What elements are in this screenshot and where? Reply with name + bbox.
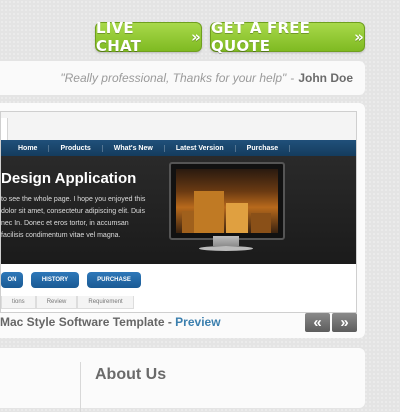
about-us-heading: About Us — [95, 366, 167, 383]
city-photo — [176, 169, 278, 233]
preview-nav-home: Home — [7, 144, 50, 152]
slider-controls: « » — [305, 313, 357, 332]
testimonial-dash: - — [290, 71, 295, 85]
prev-slide-button[interactable]: « — [305, 313, 330, 332]
lower-content-panel: About Us — [0, 348, 365, 412]
slide-caption: Mac Style Software Template - Preview — [0, 315, 221, 329]
testimonial-bar: "Really professional, Thanks for your he… — [0, 61, 365, 95]
preview-navbar: Home Products What's New Latest Version … — [1, 140, 356, 156]
preview-button-history: HISTORY — [31, 272, 79, 288]
preview-hero-title: Design Application — [1, 170, 137, 187]
preview-topstrip — [1, 112, 356, 140]
monitor-image — [169, 162, 285, 240]
template-preview-image[interactable]: Home Products What's New Latest Version … — [0, 111, 357, 313]
preview-hero: Design Application to see the whole page… — [1, 156, 356, 264]
featured-slider: Home Products What's New Latest Version … — [0, 103, 365, 338]
next-slide-button[interactable]: » — [332, 313, 357, 332]
live-chat-button[interactable]: LIVE CHAT » — [95, 19, 202, 55]
chevron-right-icon: » — [354, 28, 364, 46]
testimonial-text: "Really professional, Thanks for your he… — [60, 71, 287, 85]
preview-nav-purchase: Purchase — [236, 144, 291, 152]
preview-subtab-review: Review — [35, 296, 78, 309]
free-quote-button[interactable]: GET A FREE QUOTE » — [210, 19, 365, 55]
free-quote-label: GET A FREE QUOTE — [211, 19, 311, 55]
preview-nav-whats-new: What's New — [103, 144, 165, 152]
live-chat-label: LIVE CHAT — [96, 19, 142, 55]
testimonial-author: John Doe — [298, 71, 353, 85]
preview-hero-body: to see the whole page. I hope you enjoye… — [1, 196, 146, 239]
preview-subtab-requirement: Requirement — [77, 296, 134, 309]
monitor-base — [199, 246, 253, 251]
column-divider — [80, 362, 81, 412]
preview-link[interactable]: Preview — [175, 315, 220, 329]
preview-subtabs: tions Review Requirement — [1, 296, 134, 309]
chevron-right-icon: » — [191, 28, 201, 46]
preview-subtab-descriptions: tions — [1, 296, 36, 309]
preview-nav-latest-version: Latest Version — [165, 144, 236, 152]
preview-tab — [1, 118, 8, 140]
preview-button-download: ON — [1, 272, 23, 288]
preview-nav-products: Products — [49, 144, 103, 152]
preview-button-purchase: PURCHASE — [87, 272, 141, 288]
slide-caption-title: Mac Style Software Template - — [0, 315, 176, 329]
preview-button-row: ON HISTORY PURCHASE — [1, 272, 141, 288]
monitor-stand — [213, 236, 239, 246]
